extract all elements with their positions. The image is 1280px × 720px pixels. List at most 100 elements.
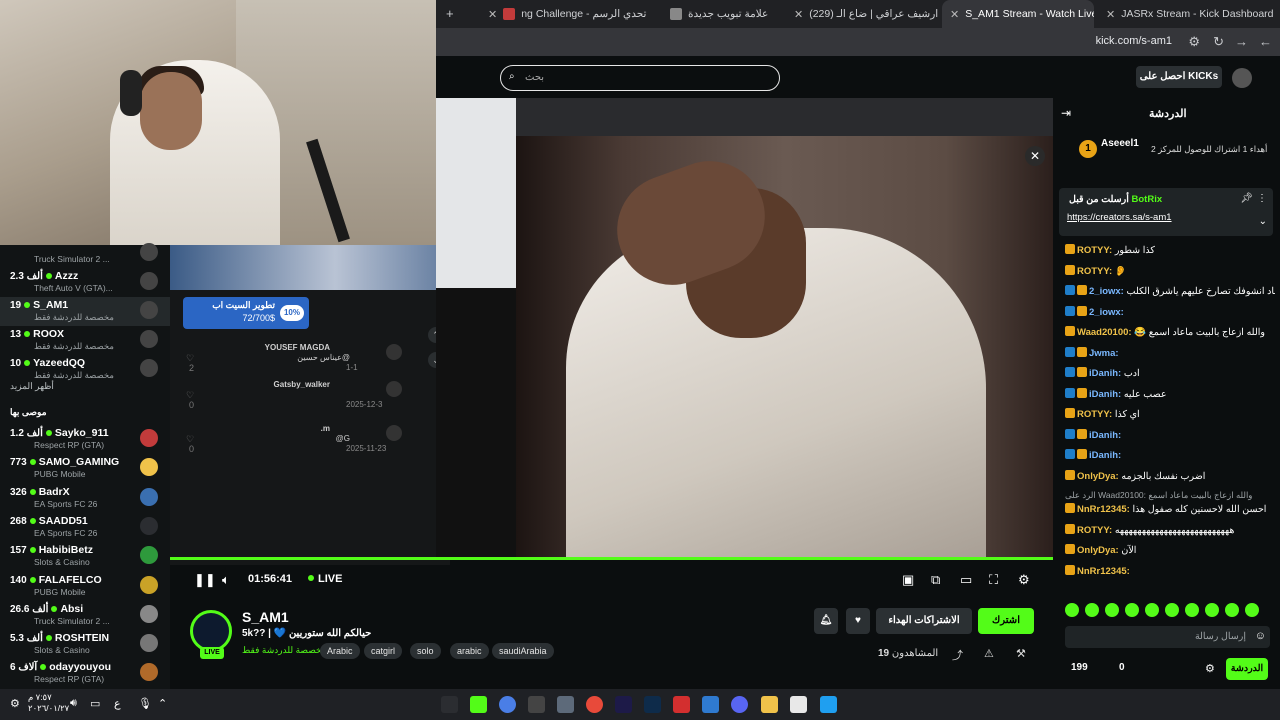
file-explorer-icon[interactable]	[761, 696, 778, 713]
kick-app-icon[interactable]	[470, 696, 487, 713]
chat-username[interactable]: ROTYY:	[1077, 266, 1112, 277]
emoji-icon[interactable]: ☺	[1255, 630, 1266, 642]
close-icon[interactable]: ✕	[950, 8, 959, 21]
report-icon[interactable]: ⚠	[984, 647, 994, 660]
chrome-profile-icon[interactable]	[586, 696, 603, 713]
back-icon[interactable]: ←	[1259, 34, 1272, 49]
tray-clock[interactable]: ٧:٥٧ م ٢٠٢٦/٠١/٢٧	[28, 692, 69, 714]
pinned-link[interactable]: https://creators.sa/s-am1	[1067, 212, 1172, 223]
close-icon[interactable]: ✕	[1025, 146, 1045, 166]
close-icon[interactable]: ✕	[794, 8, 803, 21]
chat-username[interactable]: iDanih:	[1089, 430, 1121, 441]
comment-user[interactable]: .m	[321, 424, 330, 433]
premiere-icon[interactable]	[615, 696, 632, 713]
chat-username[interactable]: OnlyDya:	[1077, 545, 1119, 556]
network-icon[interactable]: ▭	[90, 697, 100, 710]
comment-user[interactable]: YOUSEF MAGDA	[265, 343, 330, 352]
store-icon[interactable]	[790, 696, 807, 713]
collapse-chat-icon[interactable]: ⇥	[1061, 106, 1071, 120]
stream-tag[interactable]: solo	[410, 643, 441, 659]
stream-category[interactable]: مخصصة للدردشة فقط	[242, 645, 327, 656]
steelseries-icon[interactable]	[441, 696, 458, 713]
kicks-balance[interactable]: 199	[1071, 662, 1088, 673]
windows-start-icon[interactable]	[820, 696, 837, 713]
emote-icon[interactable]	[1185, 603, 1199, 617]
seek-bar[interactable]	[170, 557, 1053, 560]
emote-icon[interactable]	[1245, 603, 1259, 617]
pin-icon[interactable]: 📌︎	[1240, 193, 1253, 204]
chevron-down-icon[interactable]: ⌄	[1259, 216, 1267, 227]
more-icon[interactable]: ⋮	[1257, 193, 1267, 204]
comment-avatar[interactable]	[386, 344, 402, 360]
discord-icon[interactable]	[731, 696, 748, 713]
notification-bell-icon[interactable]: 🔔︎	[814, 608, 838, 634]
volume-icon[interactable]: 🔈︎	[222, 572, 230, 588]
sidebar-channel[interactable]: 26.6 ألف Absi Truck Simulator 2 ...	[0, 601, 170, 630]
chat-username[interactable]: OnlyDya:	[1077, 471, 1119, 482]
chat-username[interactable]: iDanih:	[1089, 389, 1121, 400]
chat-username[interactable]: ROTYY:	[1077, 409, 1112, 420]
pip-icon[interactable]: ⧉	[931, 572, 940, 588]
sidebar-channel[interactable]: 326 BadrX EA Sports FC 26	[0, 484, 170, 513]
emote-icon[interactable]	[1125, 603, 1139, 617]
tune-icon[interactable]: ⚙	[1188, 34, 1200, 50]
sidebar-channel[interactable]: 2.3 ألف Azzz Theft Auto V (GTA)...	[0, 268, 170, 297]
stream-tag[interactable]: saudiArabia	[492, 643, 554, 659]
comment-user[interactable]: Gatsby_walker	[274, 380, 330, 389]
browser-tab-4[interactable]: ✕ JASRx Stream - Kick Dashboard	[1098, 0, 1278, 28]
close-icon[interactable]: ✕	[1106, 8, 1115, 21]
sidebar-channel[interactable]: 6 آلاف odayyouyou Respect RP (GTA)	[0, 659, 170, 688]
chrome-icon[interactable]	[499, 696, 516, 713]
browser-tab-3[interactable]: ✕ S_AM1 Stream - Watch Live	[942, 0, 1094, 28]
user-avatar[interactable]	[1232, 68, 1252, 88]
send-chat-button[interactable]: الدردشة	[1226, 658, 1268, 680]
terminal-icon[interactable]	[528, 696, 545, 713]
chat-username[interactable]: NnRr12345:	[1077, 504, 1130, 515]
url-text[interactable]: kick.com/s-am1	[1096, 35, 1172, 47]
mod-tools-icon[interactable]: ⚒	[1016, 647, 1026, 660]
search-input[interactable]: ⌕ بحث	[500, 65, 780, 91]
clip-icon[interactable]: ▣	[902, 572, 914, 588]
emote-icon[interactable]	[1205, 603, 1219, 617]
sidebar-channel[interactable]: 268 SAADD51 EA Sports FC 26	[0, 513, 170, 542]
gifter-name[interactable]: Aseeel1	[1101, 138, 1139, 149]
comment-avatar[interactable]	[386, 381, 402, 397]
browser-tab-2[interactable]: ✕ (229) ارشيف عراقي | ضاع الـ	[786, 0, 946, 28]
sidebar-channel[interactable]: 19 S_AM1 مخصصة للدردشة فقط	[0, 297, 170, 326]
microphone-icon[interactable]: 🎙︎	[138, 697, 152, 710]
chat-username[interactable]: Waad20100:	[1077, 327, 1132, 338]
stream-tag[interactable]: catgirl	[364, 643, 403, 659]
emote-icon[interactable]	[1145, 603, 1159, 617]
points-balance[interactable]: 0	[1119, 662, 1125, 673]
chat-settings-icon[interactable]: ⚙	[1205, 662, 1215, 675]
sidebar-channel[interactable]: 10 YazeedQQ مخصصة للدردشة فقط	[0, 355, 170, 384]
settings-icon[interactable]: ⚙	[10, 697, 20, 710]
new-tab-icon[interactable]: +	[446, 6, 454, 21]
chat-username[interactable]: iDanih:	[1089, 450, 1121, 461]
browser-tab-1[interactable]: علامة تبويب جديدة	[662, 0, 802, 28]
chevron-up-icon[interactable]: ⌃	[158, 697, 167, 710]
chat-username[interactable]: iDanih:	[1089, 368, 1121, 379]
app-red-icon[interactable]	[673, 696, 690, 713]
close-icon[interactable]: ✕	[488, 8, 497, 21]
sidebar-channel[interactable]: 5.3 ألف ROSHTEIN Slots & Casino	[0, 630, 170, 659]
video-player[interactable]: ✕	[436, 98, 1053, 560]
theater-icon[interactable]: ▭	[960, 572, 972, 588]
forward-icon[interactable]: →	[1235, 34, 1248, 49]
obs-icon[interactable]	[702, 696, 719, 713]
chat-input[interactable]: إرسال رسالة ☺	[1065, 626, 1270, 648]
sidebar-channel[interactable]: 1.2 ألف Sayko_911 Respect RP (GTA)	[0, 425, 170, 454]
emote-icon[interactable]	[1165, 603, 1179, 617]
stream-tag[interactable]: Arabic	[320, 643, 360, 659]
chat-username[interactable]: NnRr12345:	[1077, 566, 1130, 577]
get-kicks-button[interactable]: احصل على KICKs	[1136, 66, 1222, 88]
settings-icon[interactable]: ⚙	[1018, 572, 1030, 588]
photoshop-icon[interactable]	[644, 696, 661, 713]
emote-icon[interactable]	[1085, 603, 1099, 617]
sidebar-channel[interactable]: 157 HabibiBetz Slots & Casino	[0, 542, 170, 571]
sidebar-channel[interactable]: 140 FALAFELCO PUBG Mobile	[0, 572, 170, 601]
browser-tab-0[interactable]: ✕ ng Challenge - تحدي الرسم	[480, 0, 660, 28]
stream-tag[interactable]: arabic	[450, 643, 489, 659]
pause-icon[interactable]: ❚❚	[194, 572, 216, 588]
sidebar-channel[interactable]: Truck Simulator 2 ...	[0, 239, 170, 268]
